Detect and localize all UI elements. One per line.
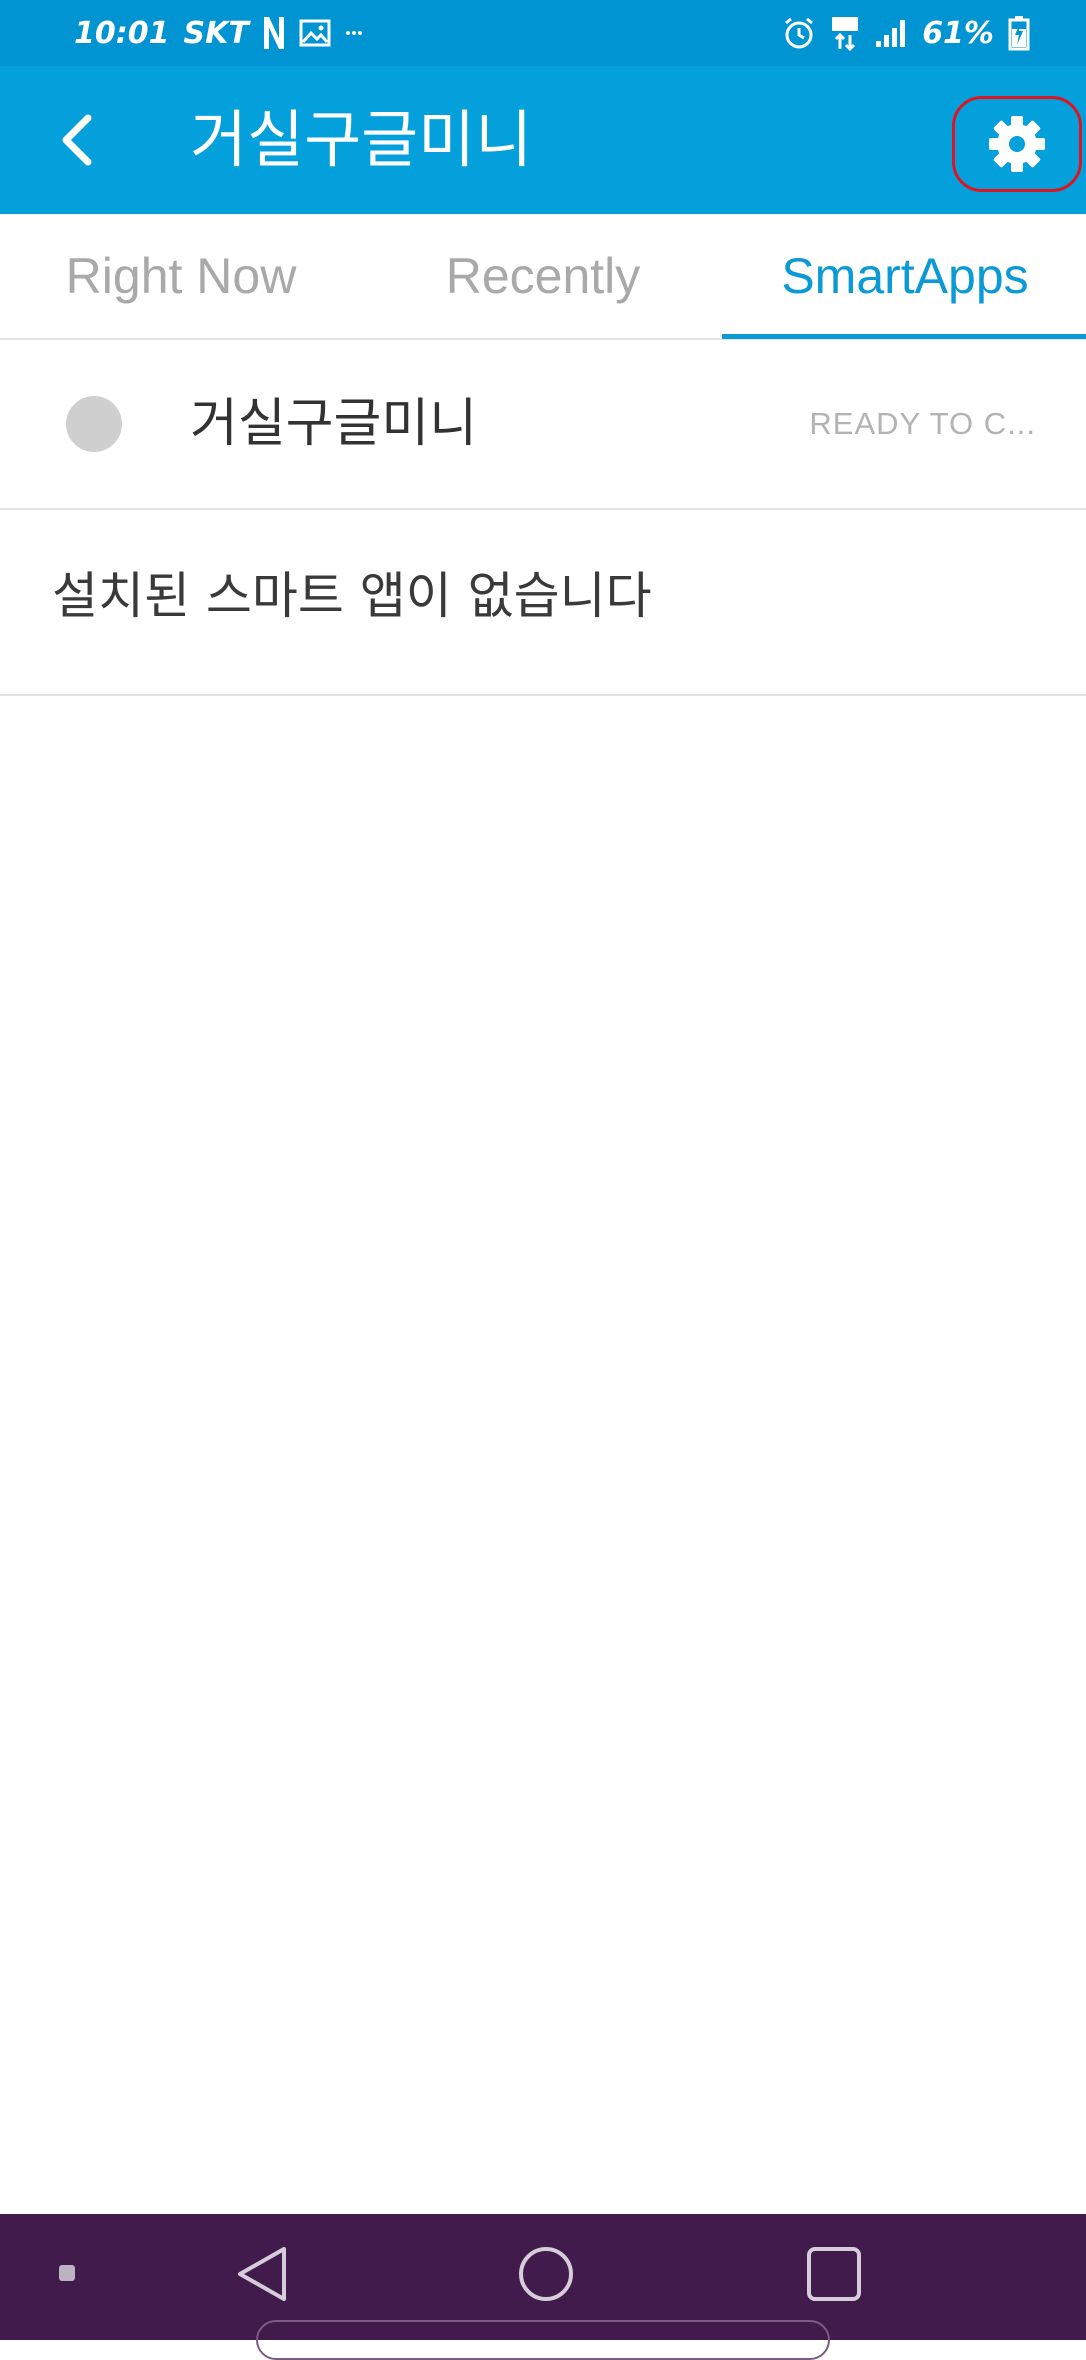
back-button[interactable] [40,102,116,178]
recents-square-icon [807,2247,861,2301]
battery-percent: 61% [922,15,994,51]
tab-bar: Right Now Recently SmartApps [0,214,1086,340]
tab-recently[interactable]: Recently [362,214,724,338]
device-status: READY TO C... [809,406,1036,441]
tab-right-now[interactable]: Right Now [0,214,362,338]
nav-recents-button[interactable] [794,2234,874,2314]
lte-icon [830,15,860,51]
nav-home-button[interactable] [506,2234,586,2314]
app-bar: 거실구글미니 [0,66,1086,214]
back-triangle-icon [238,2247,286,2301]
battery-icon [1008,15,1030,51]
gear-icon [989,116,1045,172]
status-carrier: SKT [183,15,249,51]
device-row[interactable]: 거실구글미니 READY TO C... [0,340,1086,510]
tab-indicator [722,334,1086,339]
device-status-dot [66,396,122,452]
chevron-left-icon [62,114,92,166]
dot-icon [59,2265,75,2281]
nav-dot-button[interactable] [50,2256,84,2290]
page-title: 거실구글미니 [190,103,533,176]
signal-icon [874,17,908,49]
status-time: 10:01 [74,15,170,51]
system-nav-bar [0,2214,1086,2360]
empty-message: 설치된 스마트 앱이 없습니다 [52,567,652,625]
alarm-icon [782,16,816,50]
status-right: 61% [782,12,1030,54]
settings-button[interactable] [952,96,1082,192]
device-name: 거실구글미니 [190,394,478,454]
nav-back-button[interactable] [222,2234,302,2314]
gallery-icon [299,18,331,48]
tab-smartapps[interactable]: SmartApps [724,214,1086,338]
empty-state-row: 설치된 스마트 앱이 없습니다 [0,510,1086,696]
gesture-hint [256,2320,830,2360]
netflix-icon [263,15,285,51]
more-icon [345,28,363,38]
home-circle-icon [519,2247,573,2301]
status-left: 10:01 SKT [74,12,363,54]
status-bar: 10:01 SKT 61% [0,0,1086,66]
